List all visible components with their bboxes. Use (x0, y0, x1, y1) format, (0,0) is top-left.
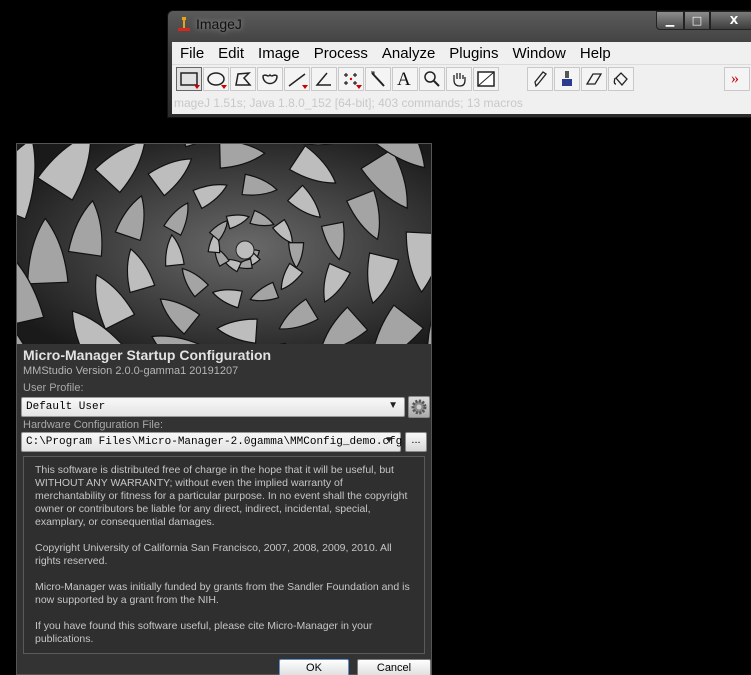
flood-fill-tool-button[interactable] (608, 67, 634, 91)
line-tool-button[interactable] (284, 67, 310, 91)
minimize-button[interactable]: ▁ (656, 11, 684, 30)
magnifier-tool-button[interactable] (419, 67, 445, 91)
close-button[interactable]: X (710, 11, 751, 30)
rectangle-tool-button[interactable] (176, 67, 202, 91)
menu-window[interactable]: Window (513, 45, 566, 62)
freehand-tool-button[interactable] (257, 67, 283, 91)
menu-edit[interactable]: Edit (218, 45, 244, 62)
flood-fill-icon (613, 72, 628, 87)
license-paragraph: Copyright University of California San F… (35, 542, 392, 567)
submenu-indicator-icon (221, 85, 227, 89)
imagej-status-bar: mageJ 1.51s; Java 1.8.0_152 [64-bit]; 40… (172, 92, 751, 114)
more-tools-button[interactable]: » (724, 67, 750, 91)
pencil-icon (534, 71, 547, 88)
cancel-button[interactable]: Cancel (357, 659, 431, 675)
profile-settings-button[interactable] (408, 396, 430, 418)
dialog-title: Micro-Manager Startup Configuration (23, 347, 272, 363)
dropdown-arrow-icon: ▼ (384, 435, 394, 446)
submenu-indicator-icon (194, 85, 200, 89)
freehand-selection-icon (262, 73, 278, 85)
text-tool-icon: A (397, 69, 411, 90)
wand-tool-icon (371, 71, 385, 87)
scroll-tool-button[interactable] (446, 67, 472, 91)
hardware-config-dropdown[interactable]: C:\Program Files\Micro-Manager-2.0gamma\… (21, 432, 403, 452)
submenu-indicator-icon (356, 85, 362, 89)
license-paragraph: If you have found this software useful, … (35, 620, 373, 645)
user-profile-label: User Profile: (23, 382, 84, 394)
maximize-button[interactable]: □ (684, 11, 710, 30)
license-paragraph: This software is distributed free of cha… (35, 464, 408, 528)
imagej-title: ImageJ (196, 16, 242, 32)
user-profile-dropdown[interactable]: Default User ▼ (21, 397, 405, 417)
eraser-icon (585, 73, 603, 85)
menu-analyze[interactable]: Analyze (382, 45, 435, 62)
imagej-menubar: File Edit Image Process Analyze Plugins … (172, 42, 751, 64)
browse-config-button[interactable]: ... (405, 432, 427, 452)
hardware-config-value: C:\Program Files\Micro-Manager-2.0gamma\… (26, 436, 403, 448)
text-tool-button[interactable]: A (392, 67, 418, 91)
hardware-config-label: Hardware Configuration File: (23, 419, 164, 431)
agave-splash-image (17, 144, 431, 344)
menu-help[interactable]: Help (580, 45, 611, 62)
imagej-toolbar: A » (172, 64, 751, 92)
menu-image[interactable]: Image (258, 45, 300, 62)
submenu-indicator-icon (302, 85, 308, 89)
license-text-panel: This software is distributed free of cha… (23, 456, 425, 654)
magnifier-icon (424, 71, 440, 87)
color-picker-icon (477, 71, 495, 87)
pencil-tool-button[interactable] (527, 67, 553, 91)
menu-process[interactable]: Process (314, 45, 368, 62)
version-text: MMStudio Version 2.0.0-gamma1 20191207 (23, 365, 239, 377)
brush-tool-button[interactable] (554, 67, 580, 91)
imagej-app-icon (178, 17, 190, 31)
ok-button[interactable]: OK (279, 659, 349, 675)
polygon-tool-button[interactable] (230, 67, 256, 91)
scroll-hand-icon (453, 73, 466, 87)
wand-tool-button[interactable] (365, 67, 391, 91)
more-tools-icon: » (731, 70, 739, 87)
gear-icon (411, 399, 427, 415)
imagej-window: ImageJ ▁ □ X File Edit Image Process Ana… (167, 10, 751, 118)
color-picker-button[interactable] (473, 67, 499, 91)
oval-tool-button[interactable] (203, 67, 229, 91)
polygon-selection-icon (235, 72, 252, 86)
menu-file[interactable]: File (180, 45, 204, 62)
menu-plugins[interactable]: Plugins (449, 45, 498, 62)
angle-tool-button[interactable] (311, 67, 337, 91)
multipoint-tool-button[interactable] (338, 67, 364, 91)
user-profile-value: Default User (26, 401, 106, 413)
brush-icon (562, 71, 572, 86)
dropdown-arrow-icon: ▼ (388, 400, 398, 411)
mm-startup-dialog: Micro-Manager Startup Configuration MMSt… (16, 143, 432, 675)
eraser-tool-button[interactable] (581, 67, 607, 91)
angle-tool-icon (315, 72, 331, 86)
imagej-titlebar[interactable]: ImageJ ▁ □ X (168, 11, 751, 37)
license-paragraph: Micro-Manager was initially funded by gr… (35, 581, 410, 606)
